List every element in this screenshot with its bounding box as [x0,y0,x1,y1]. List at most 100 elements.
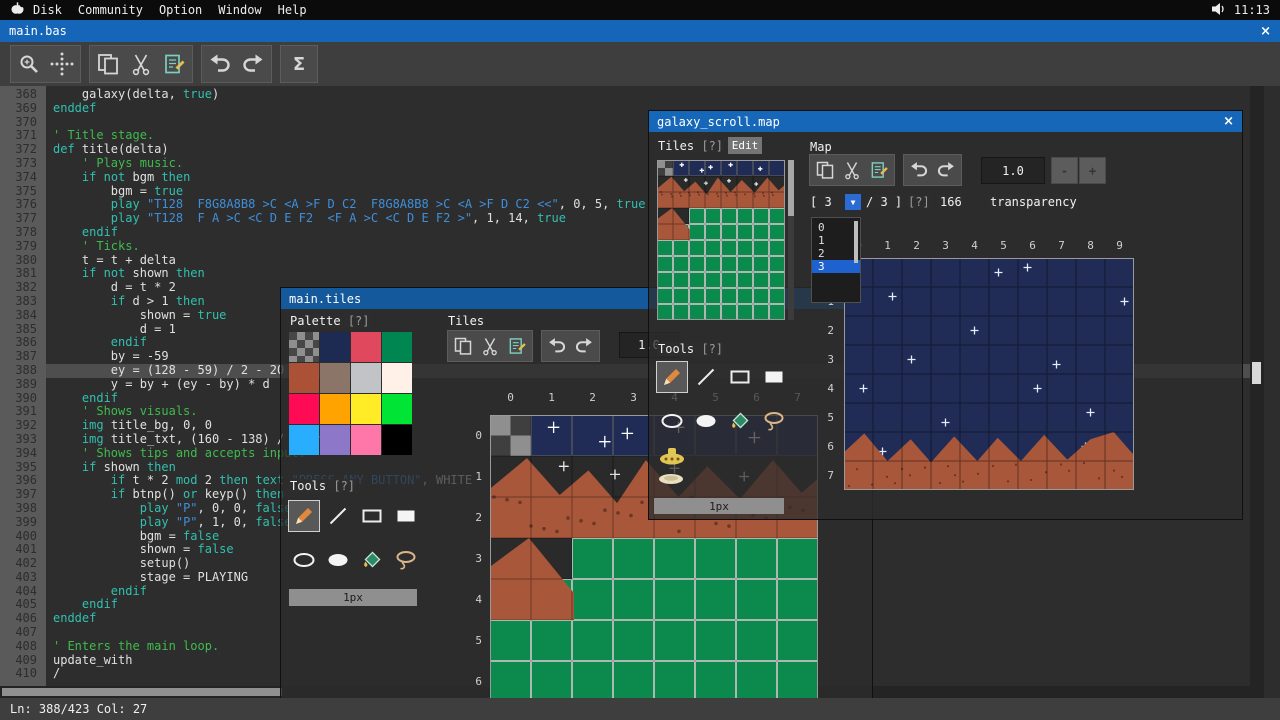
edit-tab-button[interactable]: Edit [728,137,762,154]
lasso-tool-button[interactable] [391,545,421,575]
code-line-368[interactable]: 368 galaxy(delta, true) [0,88,1280,102]
h-scroll-thumb[interactable] [2,688,282,696]
line-tool-button[interactable] [691,362,721,392]
bucket-tool-button[interactable] [725,406,755,436]
palette-color-0[interactable] [289,332,319,362]
dropdown-scrollbar[interactable] [854,221,858,263]
cut-button[interactable] [477,333,503,359]
map-close-icon[interactable]: × [1223,114,1234,129]
copy-button[interactable] [812,157,838,183]
undo-button[interactable] [906,157,932,183]
menu-help[interactable]: Help [270,3,315,17]
rect-tool-button[interactable] [357,501,387,531]
zoom-in-button[interactable]: + [1079,157,1106,184]
lasso-tool-button[interactable] [759,406,789,436]
map-tools-label: Tools [?] [657,342,724,356]
palette-color-13[interactable] [320,425,350,455]
bucket-tool-button[interactable] [357,545,387,575]
menu-option[interactable]: Option [151,3,210,17]
tiles-canvas-row-labels: 0123456 [464,415,488,698]
palette-color-9[interactable] [320,394,350,424]
palette-color-4[interactable] [289,363,319,393]
line-number: 383 [0,295,46,309]
palette-color-12[interactable] [289,425,319,455]
rect-fill-tool-button[interactable] [759,362,789,392]
undo-button[interactable] [544,333,570,359]
palette-color-7[interactable] [382,363,412,393]
menu-community[interactable]: Community [70,3,151,17]
map-canvas[interactable] [844,258,1134,490]
zoom-out-button[interactable]: - [1051,157,1078,184]
palette-color-2[interactable] [351,332,381,362]
document-title: main.bas [9,24,67,38]
app-screen: DiskCommunityOptionWindowHelp 11:13 main… [0,0,1280,720]
ellipse-fill-tool-button[interactable] [323,545,353,575]
rect-fill-tool-button[interactable] [391,501,421,531]
redo-button[interactable] [237,48,269,80]
pan-button[interactable] [46,48,78,80]
map-brush-size-button[interactable]: 1px [654,498,784,514]
copy-button[interactable] [92,48,124,80]
copy-button[interactable] [450,333,476,359]
palette-color-14[interactable] [351,425,381,455]
pencil-tool-button[interactable] [289,501,319,531]
pencil-tool-button[interactable] [657,362,687,392]
tile-picker[interactable] [657,160,785,320]
layer-option-3[interactable]: 3 [812,260,860,273]
apple-logo-icon[interactable] [10,1,25,19]
line-number: 400 [0,530,46,544]
v-scroll-thumb[interactable] [1252,362,1261,384]
toolbar-group: Σ [280,45,318,83]
layer-dropdown-button[interactable]: ▼ [845,194,861,210]
palette-color-5[interactable] [320,363,350,393]
vertical-scrollbar[interactable] [1250,86,1264,698]
picker-scrollbar[interactable] [788,160,794,320]
ellipse-tool-button[interactable] [657,406,687,436]
line-number: 385 [0,323,46,337]
close-icon[interactable]: × [1260,24,1271,39]
palette-color-3[interactable] [382,332,412,362]
ellipse-fill-tool-button[interactable] [691,406,721,436]
layer-option-0[interactable]: 0 [812,221,860,234]
palette-color-8[interactable] [289,394,319,424]
layer-option-2[interactable]: 2 [812,247,860,260]
palette-color-10[interactable] [351,394,381,424]
toolbar-group [89,45,193,83]
palette-color-6[interactable] [351,363,381,393]
line-number: 402 [0,557,46,571]
palette-color-15[interactable] [382,425,412,455]
axis-label-0: 0 [490,391,531,404]
rect-tool-button[interactable] [725,362,755,392]
line-tool-button[interactable] [323,501,353,531]
magnifier-button[interactable] [13,48,45,80]
paste-button[interactable] [158,48,190,80]
menu-disk[interactable]: Disk [25,3,70,17]
palette-color-1[interactable] [320,332,350,362]
layer-option-1[interactable]: 1 [812,234,860,247]
map-window-titlebar[interactable]: galaxy_scroll.map × [649,111,1242,132]
line-number: 368 [0,88,46,102]
redo-button[interactable] [571,333,597,359]
redo-button[interactable] [933,157,959,183]
palette-color-11[interactable] [382,394,412,424]
layer-help-label: [?] [907,195,931,209]
tile-id-value: 166 [939,195,963,209]
menu-window[interactable]: Window [210,3,269,17]
paste-button[interactable] [866,157,892,183]
brush-size-button[interactable]: 1px [289,589,417,606]
ellipse-tool-button[interactable] [289,545,319,575]
line-number: 397 [0,488,46,502]
speaker-icon[interactable] [1210,1,1226,20]
line-number: 398 [0,502,46,516]
cut-button[interactable] [839,157,865,183]
line-number: 381 [0,267,46,281]
line-number: 376 [0,198,46,212]
paste-button[interactable] [504,333,530,359]
cut-button[interactable] [125,48,157,80]
axis-label-7: 7 [816,461,840,490]
sigma-button[interactable]: Σ [283,48,315,80]
undo-button[interactable] [204,48,236,80]
picker-scroll-thumb[interactable] [788,160,794,216]
axis-label-4: 4 [464,579,488,620]
line-number: 375 [0,185,46,199]
